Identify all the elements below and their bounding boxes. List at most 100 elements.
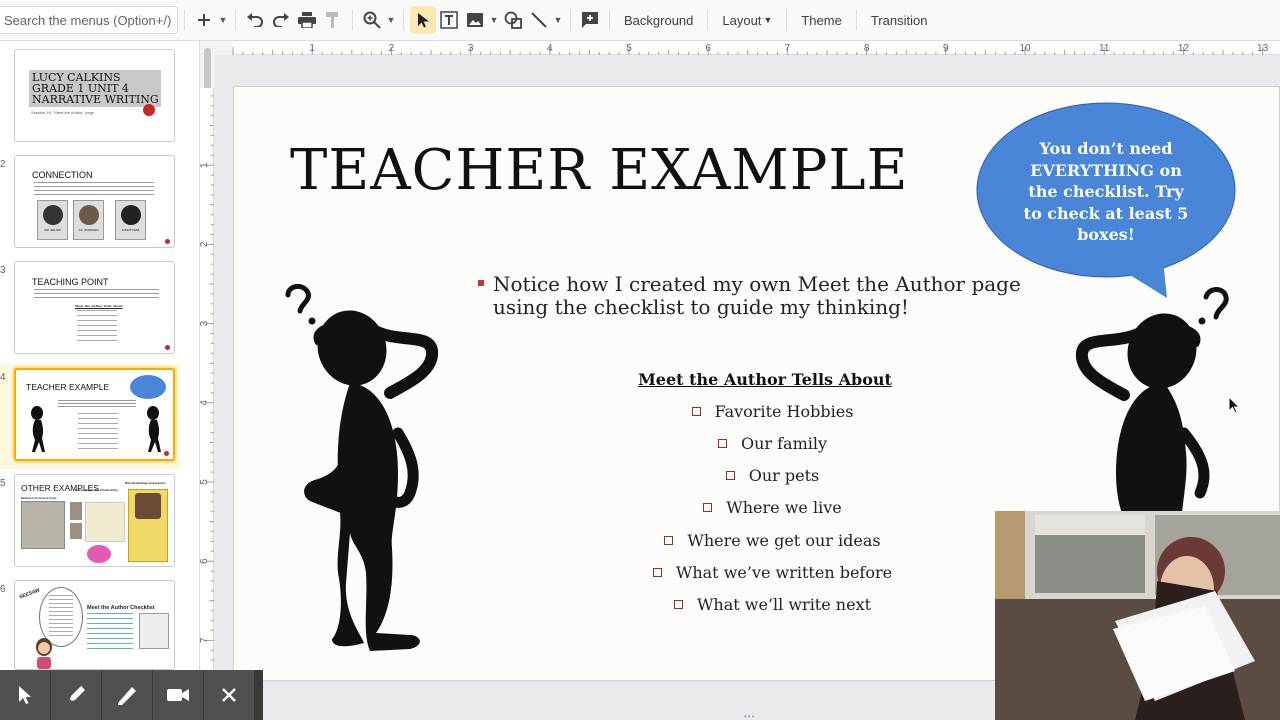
paint-format-icon[interactable]	[320, 6, 346, 34]
chevron-down-icon[interactable]: ▼	[488, 6, 500, 34]
print-icon[interactable]	[294, 6, 320, 34]
ruler-tick-label: 7	[785, 43, 791, 54]
ruler-tick-label: 13	[1257, 43, 1269, 54]
webcam-video[interactable]	[995, 511, 1280, 720]
annotation-toolbar	[0, 670, 263, 720]
resize-handle[interactable]: •••	[744, 712, 755, 720]
checkbox-icon	[717, 439, 727, 448]
filmstrip: LUCY CALKINS GRADE 1 UNIT 4 NARRATIVE WR…	[0, 41, 200, 670]
thumb-badge: SEESAW	[18, 587, 41, 601]
textbox-icon[interactable]	[436, 6, 462, 34]
pen-icon[interactable]	[51, 670, 101, 720]
zoom-icon[interactable]	[359, 6, 385, 34]
highlighter-icon[interactable]	[102, 670, 152, 720]
shape-icon[interactable]	[500, 6, 526, 34]
slide-thumb-5[interactable]: OTHER EXAMPLES Students from Grace & Jes…	[14, 474, 175, 567]
thumb-body-lines	[34, 182, 154, 196]
transition-button[interactable]: Transition	[863, 6, 936, 34]
camera-icon[interactable]	[153, 670, 203, 720]
slide-number: 5	[0, 478, 6, 489]
ruler-ticks: 1 2 3 4 5 6 7 8 9 10 11 12 13	[232, 43, 1269, 55]
slide-thumb-4[interactable]: TEACHER EXAMPLE	[14, 368, 175, 461]
checklist-label: Favorite Hobbies	[714, 402, 854, 421]
line-icon[interactable]	[526, 6, 552, 34]
divider	[184, 10, 185, 30]
chevron-down-icon: ▼	[763, 15, 773, 25]
checkbox-icon	[691, 407, 701, 416]
example-image	[128, 489, 168, 562]
checkbox-icon	[664, 536, 674, 545]
slide-number: 6	[0, 584, 6, 595]
slide-thumb-3[interactable]: TEACHING POINT Meet the Author Tells Abo…	[14, 261, 175, 354]
author-photo: J.K. ROWLING	[73, 200, 104, 240]
ruler-tick-label: 3	[200, 320, 210, 326]
pointer-icon[interactable]	[0, 670, 50, 720]
record-dot	[164, 451, 169, 456]
ruler-tick-label: 11	[1099, 43, 1110, 54]
thinking-figure-left[interactable]	[280, 283, 440, 663]
ruler-tick-label: 7	[200, 637, 210, 643]
select-icon[interactable]	[410, 6, 436, 34]
chevron-down-icon[interactable]: ▼	[552, 6, 564, 34]
webcam-frame	[995, 511, 1280, 720]
author-caption: DR. SEUSS	[44, 228, 61, 232]
ruler-tick-label: 8	[864, 43, 870, 54]
slide-title[interactable]: TEACHER EXAMPLE	[290, 138, 908, 203]
ruler-tick-label: 5	[626, 43, 632, 54]
checklist-item[interactable]: Favorite Hobbies	[620, 402, 925, 421]
layout-button[interactable]: Layout ▼	[714, 6, 780, 34]
list-heading[interactable]: Meet the Author Tells About	[625, 370, 905, 389]
image-icon[interactable]	[462, 6, 488, 34]
ruler-tick-label: 1	[309, 43, 315, 54]
checklist-item[interactable]: Where we get our ideas	[620, 531, 925, 550]
close-icon[interactable]	[204, 670, 254, 720]
slide-bullet[interactable]: Notice how I created my own Meet the Aut…	[476, 273, 1036, 319]
thumb-list-lines	[78, 413, 118, 451]
plus-icon[interactable]	[191, 6, 217, 34]
checklist-item[interactable]: Our pets	[620, 466, 925, 485]
theme-button[interactable]: Theme	[793, 6, 849, 34]
checklist-label: Where we live	[726, 498, 842, 517]
slide-thumb-1[interactable]: LUCY CALKINS GRADE 1 UNIT 4 NARRATIVE WR…	[14, 49, 175, 142]
thumb-title: CONNECTION	[32, 170, 93, 180]
undo-icon[interactable]	[242, 6, 268, 34]
checkbox-icon	[652, 568, 662, 577]
example-image	[87, 545, 111, 563]
mouse-cursor-icon	[1228, 396, 1240, 414]
background-button[interactable]: Background	[616, 6, 701, 34]
checklist-item[interactable]: What we’ve written before	[620, 563, 925, 582]
slide-thumb-2[interactable]: CONNECTION DR. SEUSS J.K. ROWLING JUNOT …	[14, 155, 175, 248]
example-image	[85, 502, 125, 542]
author-caption: JUNOT DIAZ	[121, 228, 140, 232]
checkbox-icon	[673, 600, 683, 609]
thinking-figure-right[interactable]	[1070, 283, 1235, 513]
ruler-tick-label: 9	[943, 43, 949, 54]
checklist-item[interactable]: Where we live	[620, 498, 925, 517]
checklist-item[interactable]: Our family	[620, 434, 925, 453]
comment-add-icon[interactable]	[577, 6, 603, 34]
divider	[855, 10, 857, 30]
divider	[786, 10, 788, 30]
author-photo: DR. SEUSS	[37, 200, 68, 240]
thumb-title: TEACHING POINT	[32, 277, 109, 287]
chevron-down-icon[interactable]: ▼	[385, 6, 397, 34]
thumb-figure-right	[144, 404, 162, 454]
toolbar: Search the menus (Option+/) ▼ ▼ ▼ ▼ Back	[0, 0, 1280, 41]
chevron-down-icon[interactable]: ▼	[217, 6, 229, 34]
layout-label: Layout	[722, 12, 762, 28]
slide-thumb-6[interactable]: SEESAW Meet the Author Checklist	[14, 580, 175, 670]
checklist-label: Our pets	[748, 466, 820, 485]
thumb-caption: Famous Brown: The Invisible String	[75, 489, 118, 492]
slide-number: 2	[0, 159, 6, 170]
redo-icon[interactable]	[268, 6, 294, 34]
ruler-ticks: 1 2 3 4 5 6 7	[200, 95, 214, 661]
checklist-item[interactable]: What we’ll write next	[620, 595, 925, 614]
search-menus-input[interactable]: Search the menus (Option+/)	[0, 6, 178, 34]
thumb-caption: Students from Grace & Jessie	[21, 497, 57, 500]
example-image	[70, 502, 82, 520]
speech-bubble-text: You don’t need EVERYTHING on the checkli…	[1023, 139, 1189, 244]
thumb-bubble	[130, 375, 166, 399]
author-caption: J.K. ROWLING	[78, 228, 99, 232]
thumb-list-lines	[77, 310, 117, 342]
checklist-label: Where we get our ideas	[687, 531, 881, 550]
